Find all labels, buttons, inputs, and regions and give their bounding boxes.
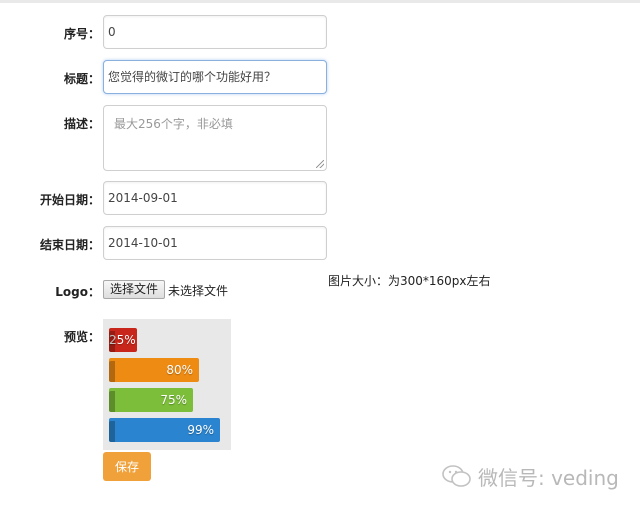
description-label: 描述：	[63, 117, 100, 131]
resize-grip-icon[interactable]	[316, 160, 324, 168]
image-size-hint: 图片大小：为300*160px左右	[328, 274, 491, 288]
watermark-text: 微信号: veding	[478, 466, 619, 490]
preview-bar: 75%	[109, 388, 193, 412]
serial-label: 序号：	[63, 27, 100, 41]
preview-bar: 80%	[109, 358, 199, 382]
start-date-input[interactable]: 2014-09-01	[103, 181, 327, 215]
file-status-text: 未选择文件	[168, 284, 229, 298]
preview-label: 预览：	[63, 330, 100, 344]
end-date-label: 结束日期：	[39, 238, 100, 252]
end-date-input[interactable]: 2014-10-01	[103, 226, 327, 260]
logo-label: Logo：	[55, 285, 100, 299]
start-date-label: 开始日期：	[39, 193, 100, 207]
description-placeholder: 最大256个字，非必填	[114, 117, 233, 131]
wechat-icon	[442, 465, 471, 487]
save-button[interactable]: 保存	[103, 452, 151, 481]
preview-bar: 99%	[109, 418, 220, 442]
top-border	[0, 0, 640, 3]
preview-panel: 25% 80% 75% 99%	[103, 319, 231, 450]
title-input[interactable]: 您觉得的微订的哪个功能好用？	[103, 60, 327, 94]
description-textarea[interactable]: 最大256个字，非必填	[103, 105, 327, 171]
title-label: 标题：	[63, 72, 100, 86]
serial-input[interactable]: 0	[103, 15, 327, 49]
preview-bar: 25%	[109, 328, 137, 352]
choose-file-button[interactable]: 选择文件	[103, 280, 166, 299]
